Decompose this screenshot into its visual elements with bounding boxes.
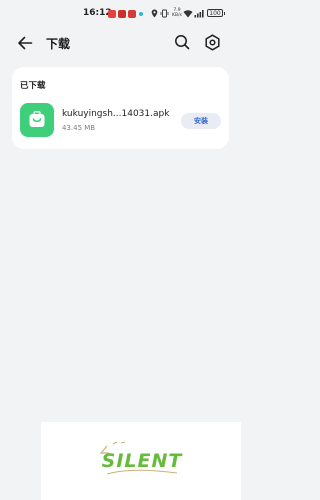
notification-app-icon (128, 10, 136, 18)
notification-app-icon (108, 10, 116, 18)
wifi-icon (183, 10, 193, 18)
silent-logo-icon: SILENT (99, 441, 184, 475)
file-name[interactable]: kukuyingsh...14031.apk (62, 109, 169, 119)
downloaded-card: 已下载 kukuyingsh...14031.apk 43.45 MB 安装 (12, 67, 229, 149)
cellular-signal-icon (194, 10, 204, 18)
vibrate-icon (160, 9, 169, 18)
location-icon (151, 9, 158, 18)
battery-indicator: 100 (207, 9, 225, 17)
network-speed: 7.9 KB/s (172, 8, 182, 18)
watermark: SILENT (41, 422, 241, 500)
svg-text:SILENT: SILENT (102, 450, 184, 472)
notification-dot-icon (139, 12, 143, 16)
back-button[interactable] (16, 34, 34, 52)
file-size: 43.45 MB (62, 124, 96, 132)
shopping-bag-icon (20, 103, 54, 137)
notification-app-icon (118, 10, 126, 18)
gear-icon[interactable] (204, 34, 221, 51)
page-title: 下载 (46, 37, 71, 51)
search-icon[interactable] (174, 34, 190, 50)
status-bar: 16:12 7.9 KB/s 100 (0, 0, 241, 28)
section-title: 已下载 (20, 81, 46, 91)
install-button[interactable]: 安装 (181, 113, 221, 129)
